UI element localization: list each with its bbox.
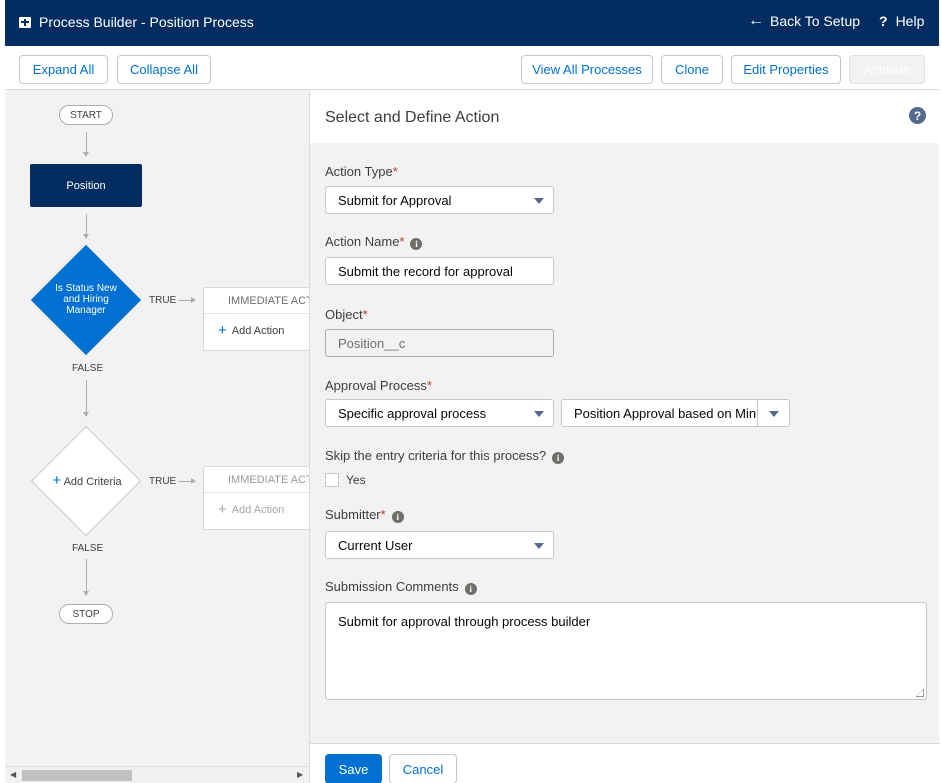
action-type-value: Submit for Approval bbox=[338, 193, 452, 208]
action-name-input[interactable]: Submit the record for approval bbox=[325, 257, 554, 285]
required-mark: * bbox=[426, 378, 432, 393]
panel-header: Select and Define Action ? bbox=[310, 90, 940, 143]
back-to-setup-label: Back To Setup bbox=[770, 13, 861, 29]
scroll-right-icon[interactable]: ▶ bbox=[297, 770, 303, 779]
plus-icon: + bbox=[218, 322, 227, 339]
submitter-label-text: Submitter bbox=[325, 507, 381, 522]
chevron-down-icon bbox=[534, 543, 544, 549]
panel-footer: Save Cancel bbox=[310, 743, 940, 783]
chevron-down-icon bbox=[534, 411, 544, 417]
scroll-left-icon[interactable]: ◀ bbox=[10, 770, 16, 779]
question-mark-icon: ? bbox=[879, 13, 888, 29]
add-criteria-label: Add Criteria bbox=[63, 476, 122, 488]
arrow-left-icon: ← bbox=[748, 12, 764, 29]
expand-all-button[interactable]: Expand All bbox=[19, 55, 108, 84]
submission-comments-value: Submit for approval through process buil… bbox=[338, 614, 591, 629]
skip-criteria-label-text: Skip the entry criteria for this process… bbox=[325, 448, 547, 463]
false-label: FALSE bbox=[72, 543, 104, 554]
action-name-label: Action Name* i bbox=[325, 234, 423, 250]
plus-icon: + bbox=[52, 472, 62, 489]
submitter-value: Current User bbox=[338, 538, 413, 553]
connector bbox=[83, 132, 89, 157]
scrollbar-thumb[interactable] bbox=[22, 770, 132, 781]
object-label-text: Object bbox=[325, 307, 363, 322]
submitter-label: Submitter* i bbox=[325, 507, 404, 523]
app-header: Process Builder - Position Process ← Bac… bbox=[5, 0, 939, 46]
connector bbox=[178, 297, 196, 303]
save-button[interactable]: Save bbox=[325, 754, 382, 783]
required-mark: * bbox=[392, 164, 398, 179]
cancel-button[interactable]: Cancel bbox=[389, 754, 457, 783]
collapse-all-button[interactable]: Collapse All bbox=[117, 55, 211, 84]
help-label: Help bbox=[895, 13, 925, 29]
required-mark: * bbox=[362, 307, 368, 322]
panel-title: Select and Define Action bbox=[325, 109, 500, 126]
approval-process-label-text: Approval Process bbox=[325, 378, 427, 393]
view-all-processes-button[interactable]: View All Processes bbox=[521, 55, 653, 84]
object-label: Object* bbox=[325, 307, 368, 322]
immediate-actions-box: IMMEDIATE ACTIONS + Add Action bbox=[203, 466, 309, 530]
approval-process-value: Specific approval process bbox=[338, 406, 487, 421]
canvas-horizontal-scrollbar[interactable]: ◀ ▶ bbox=[5, 766, 309, 783]
object-node[interactable]: Position bbox=[30, 164, 142, 207]
add-action-link[interactable]: + Add Action bbox=[218, 322, 285, 339]
process-canvas: START Position Is Status New and Hiring … bbox=[5, 90, 309, 766]
immediate-actions-header: IMMEDIATE ACTIONS bbox=[204, 288, 309, 314]
skip-criteria-checkbox[interactable] bbox=[325, 473, 339, 487]
immediate-actions-header: IMMEDIATE ACTIONS bbox=[204, 467, 309, 493]
stop-node: STOP bbox=[59, 604, 113, 624]
resize-handle-icon[interactable] bbox=[916, 689, 924, 697]
required-mark: * bbox=[399, 234, 405, 249]
submission-comments-label-text: Submission Comments bbox=[325, 579, 459, 594]
info-icon[interactable]: i bbox=[464, 583, 477, 595]
activate-button[interactable]: Activate bbox=[849, 55, 925, 84]
add-action-label: Add Action bbox=[231, 504, 285, 516]
chevron-down-icon[interactable] bbox=[757, 400, 789, 426]
true-label: TRUE bbox=[149, 295, 177, 306]
false-label: FALSE bbox=[72, 363, 104, 374]
toolbar: Expand All Collapse All View All Process… bbox=[5, 46, 939, 90]
connector bbox=[83, 559, 89, 596]
connector bbox=[83, 380, 89, 417]
page-title: Process Builder - Position Process bbox=[39, 14, 254, 30]
help-link[interactable]: ? Help bbox=[879, 13, 924, 29]
action-type-label-text: Action Type bbox=[325, 164, 393, 179]
action-name-label-text: Action Name bbox=[325, 234, 400, 249]
add-action-link[interactable]: + Add Action bbox=[218, 501, 285, 518]
required-mark: * bbox=[380, 507, 386, 522]
clone-button[interactable]: Clone bbox=[661, 55, 723, 84]
chevron-down-icon bbox=[534, 198, 544, 204]
back-to-setup-link[interactable]: ← Back To Setup bbox=[748, 12, 861, 30]
skip-criteria-label: Skip the entry criteria for this process… bbox=[325, 448, 565, 464]
connector bbox=[178, 478, 196, 484]
help-icon[interactable]: ? bbox=[909, 107, 926, 124]
edit-properties-button[interactable]: Edit Properties bbox=[731, 55, 841, 84]
add-criteria-link[interactable]: + Add Criteria bbox=[47, 472, 127, 489]
action-type-select[interactable]: Submit for Approval bbox=[325, 186, 554, 214]
plus-icon: + bbox=[218, 501, 227, 518]
skip-criteria-option: Yes bbox=[346, 473, 366, 487]
info-icon[interactable]: i bbox=[410, 238, 423, 250]
action-panel: Select and Define Action ? Action Type* … bbox=[309, 90, 940, 783]
specific-approval-process-value: Position Approval based on Min bbox=[574, 406, 757, 421]
specific-approval-process-combobox[interactable]: Position Approval based on Min bbox=[561, 399, 790, 427]
approval-process-label: Approval Process* bbox=[325, 378, 432, 393]
approval-process-select[interactable]: Specific approval process bbox=[325, 399, 554, 427]
criteria-label: Is Status New and Hiring Manager bbox=[55, 283, 117, 316]
process-builder-icon bbox=[19, 17, 31, 28]
immediate-actions-box: IMMEDIATE ACTIONS + Add Action bbox=[203, 287, 309, 351]
object-field: Position__c bbox=[325, 329, 554, 357]
true-label: TRUE bbox=[149, 476, 177, 487]
submission-comments-label: Submission Comments i bbox=[325, 579, 477, 595]
submitter-select[interactable]: Current User bbox=[325, 531, 554, 559]
start-node: START bbox=[59, 105, 113, 125]
info-icon[interactable]: i bbox=[552, 452, 565, 464]
submission-comments-textarea[interactable]: Submit for approval through process buil… bbox=[325, 602, 927, 700]
info-icon[interactable]: i bbox=[391, 511, 404, 523]
connector bbox=[83, 214, 89, 239]
action-type-label: Action Type* bbox=[325, 164, 398, 179]
add-action-label: Add Action bbox=[231, 325, 285, 337]
